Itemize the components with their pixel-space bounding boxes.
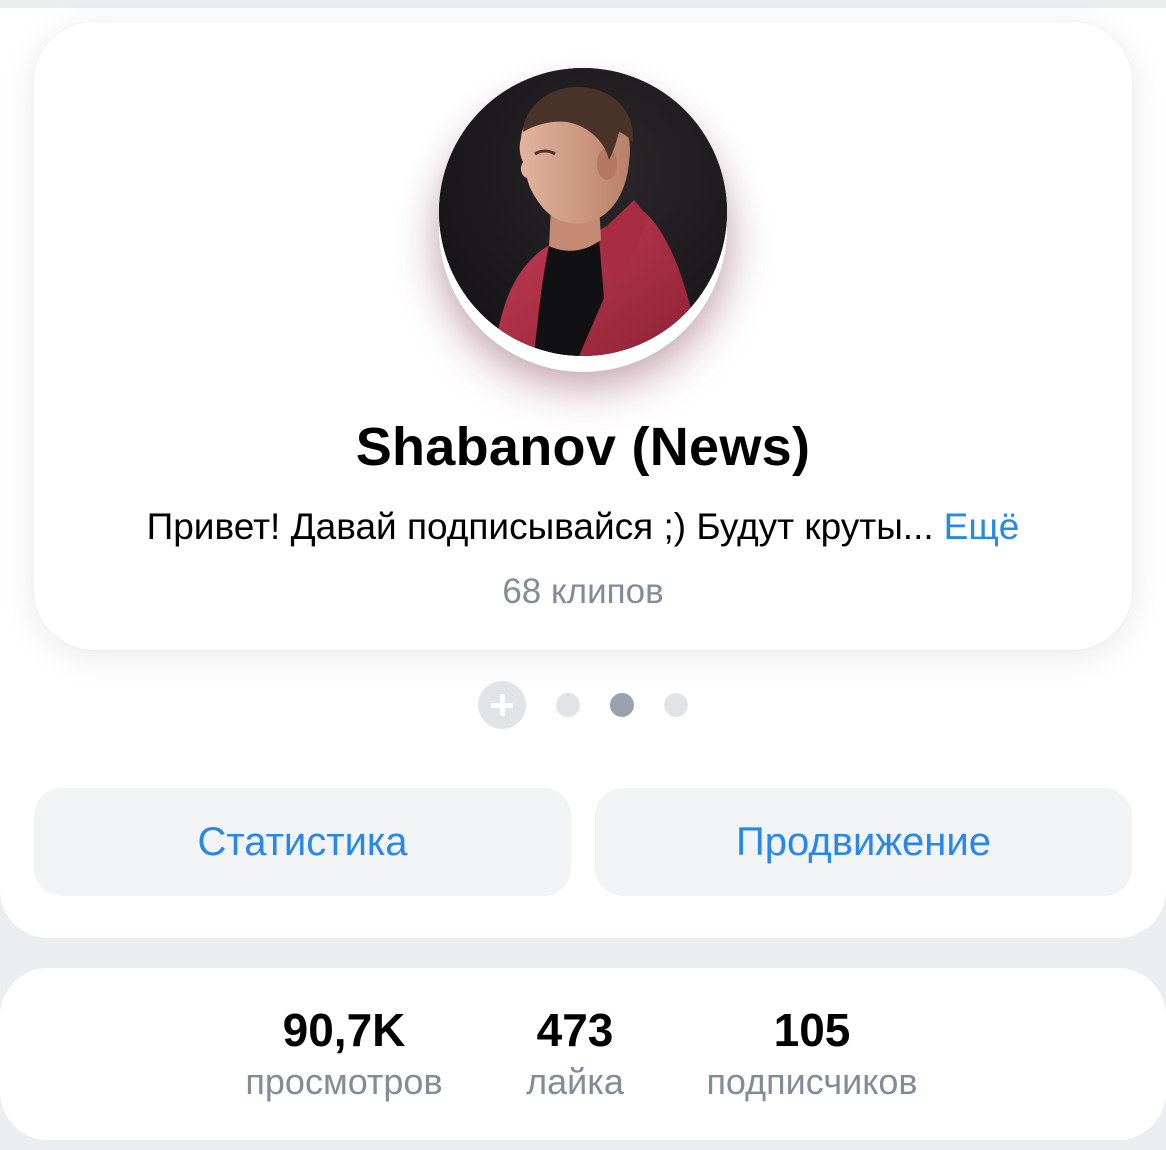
avatar-photo [439,68,727,356]
stats-card: 90,7K просмотров 473 лайка 105 подписчик… [0,968,1166,1140]
avatar[interactable] [439,68,727,356]
stat-label: лайка [526,1061,624,1102]
stat-label: подписчиков [706,1061,918,1102]
card-pager [478,681,698,729]
stat-likes[interactable]: 473 лайка [500,968,650,1104]
statistics-button[interactable]: Статистика [34,788,571,896]
stat-views[interactable]: 90,7K просмотров [214,968,474,1104]
pager-dot-active[interactable] [610,693,634,717]
stat-subscribers[interactable]: 105 подписчиков [676,968,948,1104]
bio-more-link[interactable]: Ещё [944,506,1020,547]
profile-name: Shabanov (News) [355,417,811,477]
stat-value: 105 [773,1004,851,1056]
profile-card: Shabanov (News) Привет! Давай подписывай… [34,22,1132,650]
pager-dot[interactable] [664,693,688,717]
profile-bio: Привет! Давай подписывайся ;) Будут крут… [34,504,1132,550]
bio-text: Привет! Давай подписывайся ;) Будут крут… [146,506,934,547]
promotion-button[interactable]: Продвижение [595,788,1132,896]
pager-dot[interactable] [556,693,580,717]
stat-value: 90,7K [282,1004,406,1056]
stat-label: просмотров [245,1061,443,1102]
stat-value: 473 [536,1004,614,1056]
clips-count: 68 клипов [502,572,664,611]
plus-icon[interactable] [478,681,526,729]
profile-section: Shabanov (News) Привет! Давай подписывай… [0,0,1166,938]
top-divider [0,0,1166,8]
